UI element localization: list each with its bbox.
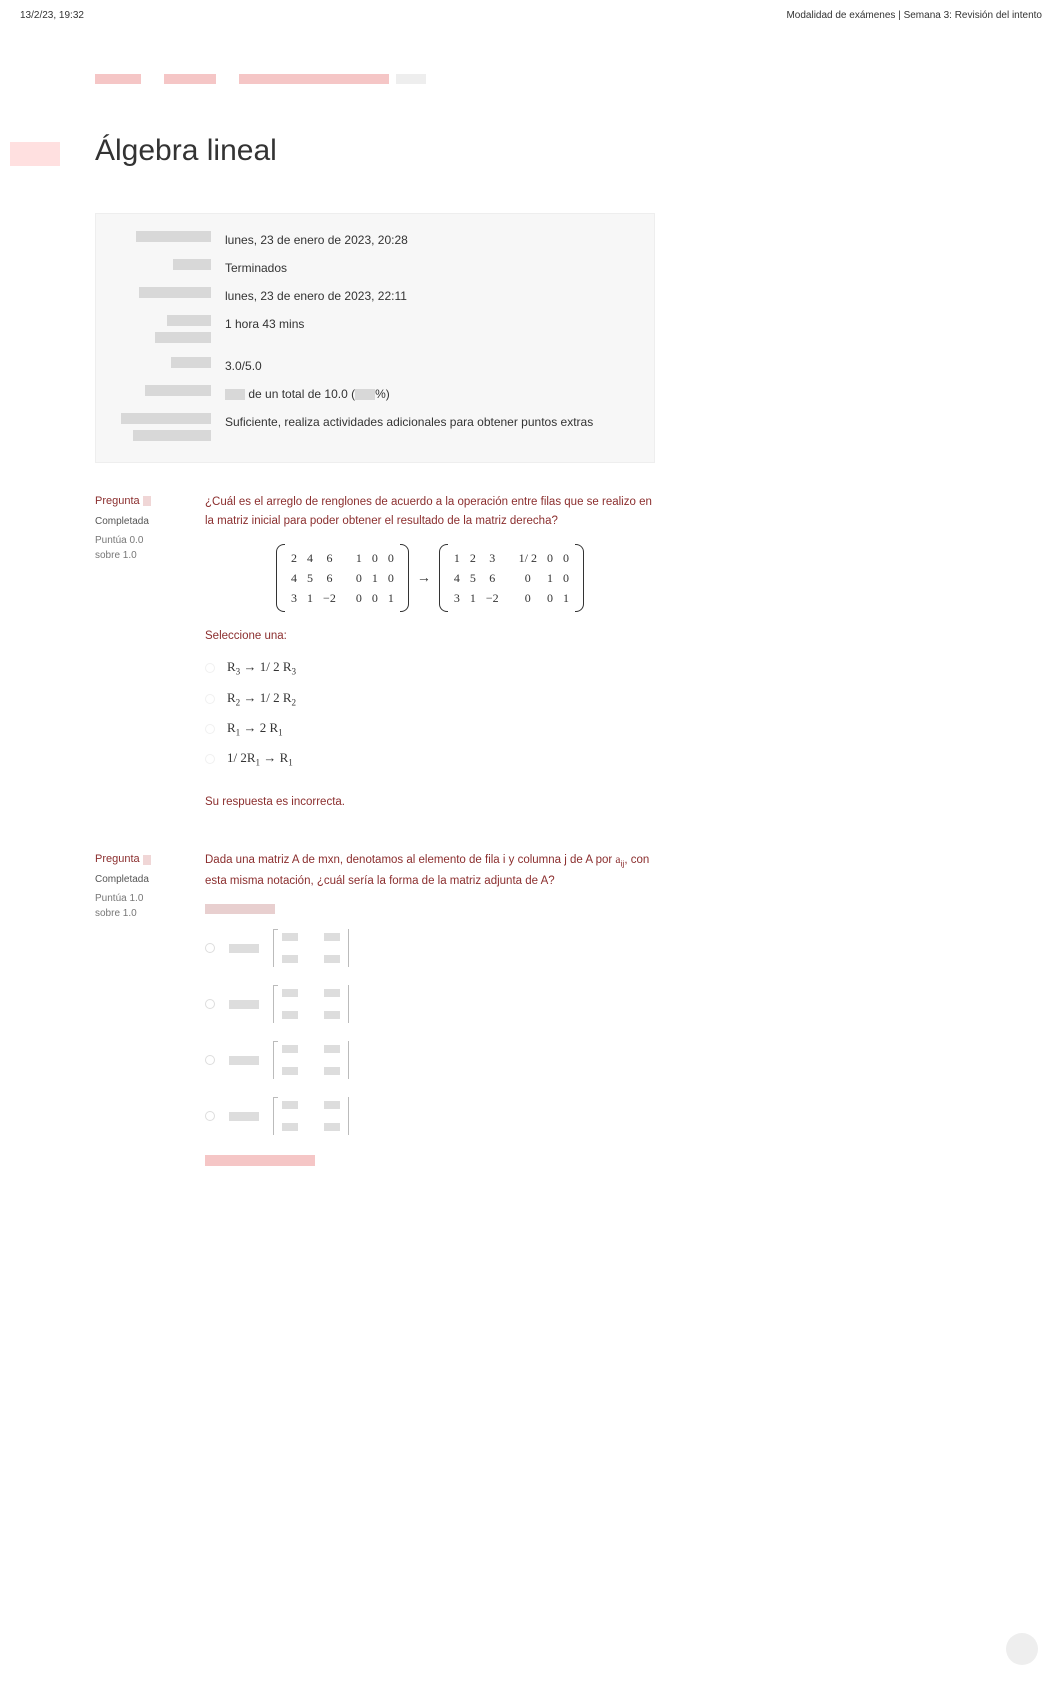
question-score: sobre 1.0 (95, 548, 185, 563)
summary-row: 1 hora 43 mins (96, 310, 654, 352)
question-block: Pregunta Completada Puntúa 0.0 sobre 1.0… (95, 493, 655, 811)
option[interactable]: R3 → 1/ 2 R3 (205, 653, 655, 683)
matrix-left: 246100 456010 31−2001 (276, 544, 409, 612)
option[interactable] (205, 1097, 655, 1135)
option-text: R2 → 1/ 2 R2 (227, 688, 296, 710)
question-number-label: Pregunta (95, 851, 185, 868)
option-text: R1 → 2 R1 (227, 718, 283, 740)
radio-icon (205, 943, 215, 953)
option-label-redacted (229, 1000, 259, 1009)
summary-value: de un total de 10.0 (%) (225, 385, 640, 403)
sidebar (0, 60, 80, 272)
radio-icon (205, 1111, 215, 1121)
radio-icon (205, 663, 215, 673)
sidebar-item[interactable] (10, 166, 70, 190)
summary-value: 1 hora 43 mins (225, 315, 640, 347)
summary-row: Suficiente, realiza actividades adiciona… (96, 408, 654, 450)
option-matrix (273, 985, 349, 1023)
sidebar-item[interactable] (10, 238, 70, 262)
attempt-summary: lunes, 23 de enero de 2023, 20:28 Termin… (95, 213, 655, 464)
question-status: Completada (95, 872, 185, 887)
summary-label (133, 430, 211, 441)
question-score: Puntúa 0.0 (95, 533, 185, 548)
option-label-redacted (229, 1056, 259, 1065)
question-text: ¿Cuál es el arreglo de renglones de acue… (205, 493, 655, 530)
summary-row: lunes, 23 de enero de 2023, 20:28 (96, 226, 654, 254)
arrow-icon: → (417, 568, 431, 589)
summary-value: Terminados (225, 259, 640, 277)
option-matrix (273, 1097, 349, 1135)
page-title: Álgebra lineal (95, 128, 655, 173)
radio-icon (205, 754, 215, 764)
summary-value: 3.0/5.0 (225, 357, 640, 375)
radio-icon (205, 694, 215, 704)
page-timestamp: 13/2/23, 19:32 (20, 8, 84, 23)
summary-label (171, 357, 211, 368)
summary-label (145, 385, 211, 396)
summary-label (139, 287, 211, 298)
option[interactable]: 1/ 2R1 → R1 (205, 744, 655, 774)
sidebar-item[interactable] (10, 214, 70, 238)
option[interactable] (205, 985, 655, 1023)
option[interactable]: R2 → 1/ 2 R2 (205, 684, 655, 714)
question-status: Completada (95, 514, 185, 529)
option[interactable] (205, 1041, 655, 1079)
summary-label (173, 259, 211, 270)
question-block: Pregunta Completada Puntúa 1.0 sobre 1.0… (95, 851, 655, 1172)
summary-label (121, 413, 211, 424)
summary-value: Suficiente, realiza actividades adiciona… (225, 413, 640, 445)
breadcrumb-item[interactable] (164, 74, 216, 84)
question-score: sobre 1.0 (95, 906, 185, 921)
option-label-redacted (229, 1112, 259, 1121)
help-fab[interactable] (1006, 1633, 1038, 1665)
radio-icon (205, 724, 215, 734)
options-list: R3 → 1/ 2 R3 R2 → 1/ 2 R2 R1 → 2 R1 1/ 2… (205, 653, 655, 774)
select-one-label: Seleccione una: (205, 628, 655, 645)
question-number-label: Pregunta (95, 493, 185, 510)
option-label-redacted (229, 944, 259, 953)
summary-label (155, 332, 211, 343)
feedback-text: Su respuesta es incorrecta. (205, 794, 655, 811)
breadcrumb-item-faded (396, 74, 426, 84)
sidebar-item[interactable] (10, 118, 70, 142)
question-score: Puntúa 1.0 (95, 891, 185, 906)
summary-label (167, 315, 211, 326)
summary-row: lunes, 23 de enero de 2023, 22:11 (96, 282, 654, 310)
summary-value: lunes, 23 de enero de 2023, 20:28 (225, 231, 640, 249)
summary-label (136, 231, 211, 242)
breadcrumb-item[interactable] (239, 74, 389, 84)
sidebar-item[interactable] (10, 190, 70, 214)
option-text: 1/ 2R1 → R1 (227, 748, 293, 770)
option-text: R3 → 1/ 2 R3 (227, 657, 296, 679)
question-text: Dada una matriz A de mxn, denotamos al e… (205, 851, 655, 889)
summary-row: de un total de 10.0 (%) (96, 380, 654, 408)
matrix-equation: 246100 456010 31−2001 → 1231/ 200 456010… (205, 544, 655, 612)
sidebar-item[interactable] (10, 70, 70, 94)
page-doc-title: Modalidad de exámenes | Semana 3: Revisi… (786, 8, 1042, 23)
summary-row: 3.0/5.0 (96, 352, 654, 380)
option-matrix (273, 1041, 349, 1079)
radio-icon (205, 999, 215, 1009)
option-matrix (273, 929, 349, 967)
summary-row: Terminados (96, 254, 654, 282)
option[interactable]: R1 → 2 R1 (205, 714, 655, 744)
radio-icon (205, 1055, 215, 1065)
sidebar-item-active[interactable] (10, 142, 60, 166)
select-one-label (205, 904, 275, 914)
matrix-right: 1231/ 200 456010 31−2001 (439, 544, 584, 612)
option[interactable] (205, 929, 655, 967)
breadcrumb-item[interactable] (95, 74, 141, 84)
sidebar-item[interactable] (10, 94, 70, 118)
breadcrumb (95, 71, 655, 88)
feedback-text (205, 1155, 655, 1172)
summary-value: lunes, 23 de enero de 2023, 22:11 (225, 287, 640, 305)
options-list (205, 929, 655, 1135)
